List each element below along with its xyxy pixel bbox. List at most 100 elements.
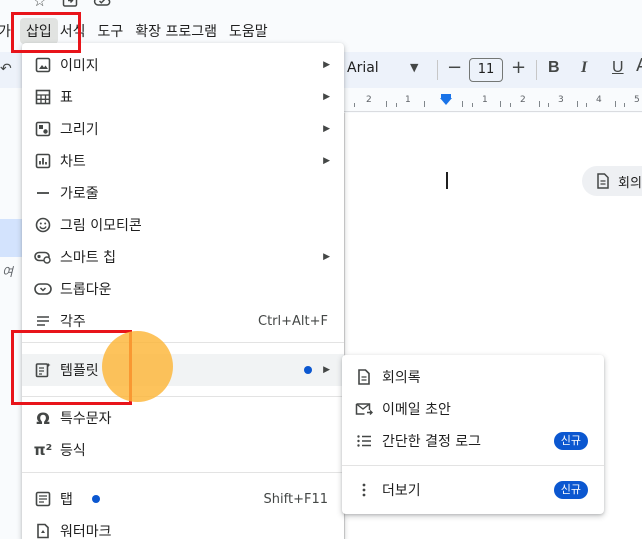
- menu-item-label: 드롭다운: [60, 282, 112, 298]
- insert-menu: 이미지 ▶ 표 ▶ 그리기 ▶ 차트 ▶ 가로줄 그림 이모티콘 스마트 칩 ▶…: [22, 43, 344, 539]
- menu-help[interactable]: 도움말: [223, 18, 274, 44]
- submenu-arrow-icon: ▶: [323, 252, 330, 262]
- checklist-icon: [355, 432, 373, 450]
- menu-item-emoji[interactable]: 그림 이모티콘: [22, 209, 344, 241]
- dropdown-icon: [34, 280, 52, 298]
- ruler-number: 3: [558, 95, 564, 105]
- menu-item-label: 워터마크: [60, 524, 112, 539]
- left-indent-handle[interactable]: [440, 98, 452, 105]
- menu-item-label: 그림 이모티콘: [60, 218, 142, 234]
- font-size-input[interactable]: 11: [469, 58, 503, 82]
- italic-button[interactable]: I: [581, 59, 587, 77]
- submenu-arrow-icon: ▶: [323, 92, 330, 102]
- menu-item-image[interactable]: 이미지 ▶: [22, 49, 344, 81]
- title-icons: ☆: [0, 0, 642, 12]
- menu-item-label: 표: [60, 90, 73, 106]
- ruler-number: 2: [366, 95, 372, 105]
- menu-item-label: 특수문자: [60, 411, 112, 427]
- image-icon: [34, 56, 52, 74]
- menu-item-chart[interactable]: 차트 ▶: [22, 145, 344, 177]
- menu-item-equation[interactable]: π² 등식: [22, 434, 344, 466]
- new-badge: 신규: [553, 481, 588, 499]
- ruler-tick: [500, 101, 501, 107]
- font-family-select[interactable]: Arial: [347, 60, 379, 76]
- menu-extensions[interactable]: 확장 프로그램: [129, 18, 223, 44]
- star-icon[interactable]: ☆: [33, 0, 46, 10]
- table-icon: [34, 88, 52, 106]
- ruler-tick: [615, 101, 616, 107]
- chevron-down-icon[interactable]: ▼: [410, 61, 418, 74]
- ruler-tick: [624, 103, 625, 107]
- ruler-number: 4: [596, 95, 602, 105]
- menu-item-special-characters[interactable]: Ω 특수문자: [22, 402, 344, 434]
- underline-button[interactable]: U: [612, 59, 624, 77]
- ruler-tick: [548, 103, 549, 107]
- chip-label: 회의: [618, 175, 642, 191]
- submenu-arrow-icon: ▶: [323, 156, 330, 166]
- drawing-icon: [34, 120, 52, 138]
- ruler-number: 2: [520, 95, 526, 105]
- submenu-item-meeting-notes[interactable]: 회의록: [342, 361, 604, 393]
- footnote-icon: [34, 312, 52, 330]
- submenu-item-label: 간단한 결정 로그: [382, 434, 482, 450]
- menu-item-dropdown[interactable]: 드롭다운: [22, 273, 344, 305]
- new-badge: 신규: [553, 432, 588, 450]
- template-submenu: 회의록 이메일 초안 간단한 결정 로그 신규 더보기 신규: [342, 355, 604, 514]
- cloud-status-icon[interactable]: [93, 0, 111, 12]
- ruler-number: 5: [634, 95, 640, 105]
- submenu-item-email-draft[interactable]: 이메일 초안: [342, 393, 604, 425]
- menu-item-drawing[interactable]: 그리기 ▶: [22, 113, 344, 145]
- increase-font-size-button[interactable]: +: [511, 57, 526, 78]
- menu-tools[interactable]: 도구: [92, 18, 130, 44]
- smart-chip-icon: [34, 248, 52, 266]
- meeting-notes-chip[interactable]: 회의: [582, 166, 642, 196]
- watermark-icon: [34, 522, 52, 539]
- ruler-number: 1: [405, 95, 411, 105]
- menu-item-horizontal-line[interactable]: 가로줄: [22, 177, 344, 209]
- ruler-tick: [462, 101, 463, 107]
- outline-strip: 여: [0, 112, 22, 539]
- menu-item-tab[interactable]: 탭 Shift+F11: [22, 483, 344, 515]
- submenu-arrow-icon: ▶: [323, 365, 330, 375]
- bold-button[interactable]: B: [548, 59, 560, 77]
- menu-item-watermark[interactable]: 워터마크: [22, 515, 344, 539]
- horizontal-line-icon: [34, 184, 52, 202]
- more-vert-icon: [355, 481, 373, 499]
- menu-item-label: 차트: [60, 154, 86, 170]
- document-icon: [355, 368, 373, 386]
- undo-icon[interactable]: ↶: [0, 61, 12, 77]
- decrease-font-size-button[interactable]: −: [447, 57, 462, 78]
- ruler-tick: [586, 103, 587, 107]
- move-to-folder-icon[interactable]: [62, 0, 78, 12]
- submenu-arrow-icon: ▶: [323, 60, 330, 70]
- omega-icon: Ω: [36, 408, 50, 428]
- toolbar-divider: [536, 60, 537, 80]
- submenu-item-label: 이메일 초안: [382, 402, 451, 418]
- menu-item-label: 가로줄: [60, 186, 99, 202]
- menu-item-table[interactable]: 표 ▶: [22, 81, 344, 113]
- menu-item-label: 스마트 칩: [60, 250, 116, 266]
- submenu-item-label: 더보기: [382, 483, 421, 499]
- menu-item-smart-chip[interactable]: 스마트 칩 ▶: [22, 241, 344, 273]
- ruler-tick: [510, 103, 511, 107]
- text-color-icon[interactable]: A: [636, 55, 642, 76]
- outline-selected[interactable]: [0, 219, 22, 257]
- ruler-tick: [354, 103, 355, 107]
- menu-item-shortcut: Ctrl+Alt+F: [258, 313, 328, 329]
- docs-window: ☆ 가 삽입 서식 도구 확장 프로그램 도움말 ↶ Arial ▼ − 11 …: [0, 0, 642, 539]
- submenu-item-label: 회의록: [382, 370, 421, 386]
- menu-item-label: 그리기: [60, 122, 99, 138]
- menu-divider: [22, 472, 344, 473]
- text-cursor: [446, 172, 448, 189]
- tab-icon: [34, 490, 52, 508]
- menu-item-label: 탭: [60, 492, 73, 508]
- submenu-arrow-icon: ▶: [323, 124, 330, 134]
- menu-item-label: 이미지: [60, 58, 99, 74]
- submenu-item-decision-log[interactable]: 간단한 결정 로그 신규: [342, 425, 604, 457]
- click-indicator: [102, 331, 173, 402]
- submenu-item-more[interactable]: 더보기 신규: [342, 474, 604, 506]
- chart-icon: [34, 152, 52, 170]
- horizontal-ruler: 2 1 1 2 3 4 5: [344, 92, 642, 112]
- emoji-icon: [34, 216, 52, 234]
- ruler-tick: [386, 101, 387, 107]
